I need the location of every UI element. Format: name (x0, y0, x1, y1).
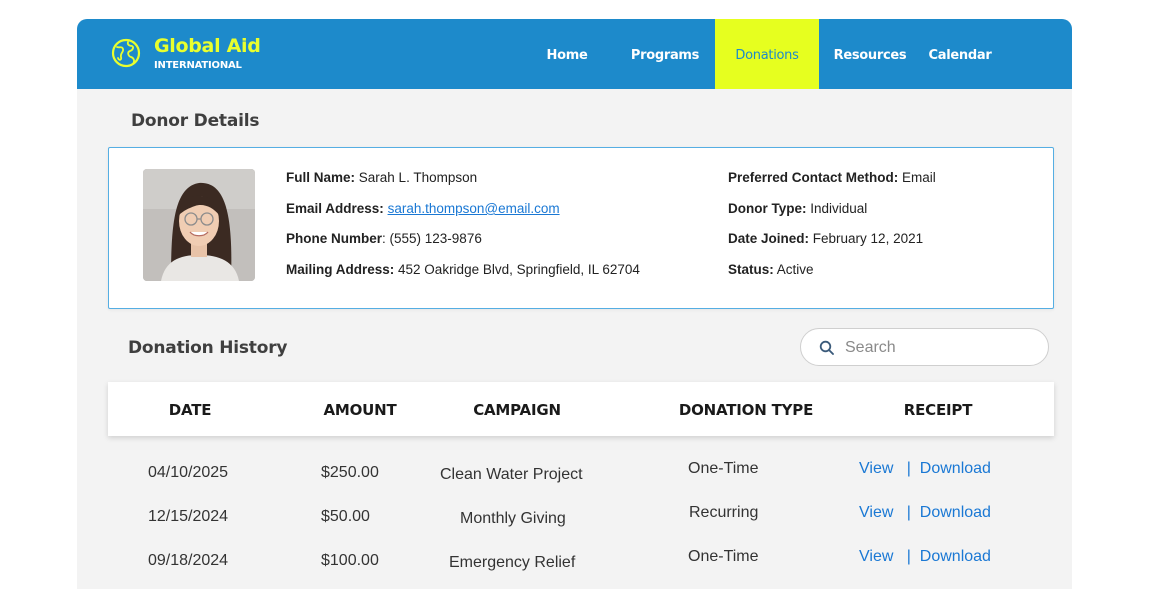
date-joined-field: Date Joined: February 12, 2021 (728, 231, 923, 247)
globe-icon (111, 38, 141, 68)
phone-value: : (555) 123-9876 (382, 231, 482, 246)
cell-amount: $100.00 (321, 552, 379, 569)
column-header-receipt: RECEIPT (903, 401, 973, 419)
nav-resources[interactable]: Resources (827, 19, 913, 89)
donation-table-header: DATE AMOUNT CAMPAIGN DONATION TYPE RECEI… (108, 382, 1054, 436)
receipt-separator: | (906, 504, 911, 521)
cell-date: 12/15/2024 (148, 508, 229, 525)
mailing-address-value: 452 Oakridge Blvd, Springfield, IL 62704 (398, 262, 640, 277)
column-header-donation-type: DONATION TYPE (678, 401, 814, 419)
nav-programs[interactable]: Programs (622, 19, 708, 89)
contact-method-value: Email (902, 170, 936, 185)
column-header-amount: AMOUNT (323, 401, 397, 419)
receipt-links: View | Download (859, 504, 991, 522)
view-receipt-link[interactable]: View (859, 504, 893, 521)
search-input[interactable] (843, 337, 1037, 359)
donor-details-title: Donor Details (131, 111, 260, 131)
download-receipt-link[interactable]: Download (920, 504, 991, 521)
status-value: Active (776, 262, 814, 277)
contact-method-label: Preferred Contact Method: (728, 170, 899, 185)
donor-type-value: Individual (810, 201, 868, 216)
receipt-links: View | Download (859, 548, 991, 566)
nav-calendar[interactable]: Calendar (922, 19, 998, 89)
download-receipt-link[interactable]: Download (920, 460, 991, 477)
search-box[interactable] (800, 328, 1049, 366)
receipt-separator: | (906, 548, 911, 565)
email-link[interactable]: sarah.thompson@email.com (388, 201, 560, 216)
top-navigation-bar: Global Aid INTERNATIONAL Home Programs D… (77, 19, 1072, 89)
donor-photo (143, 169, 255, 281)
status-field: Status: Active (728, 262, 814, 278)
email-label: Email Address: (286, 201, 384, 216)
search-icon (819, 340, 834, 355)
column-header-campaign: CAMPAIGN (473, 401, 561, 419)
mailing-address-label: Mailing Address: (286, 262, 395, 277)
cell-date: 04/10/2025 (148, 464, 229, 481)
receipt-links: View | Download (859, 460, 991, 478)
cell-amount: $50.00 (321, 508, 370, 525)
cell-donation-type: One-Time (688, 460, 759, 477)
cell-campaign: Clean Water Project (440, 466, 583, 483)
mailing-address-field: Mailing Address: 452 Oakridge Blvd, Spri… (286, 262, 640, 278)
brand-tagline: INTERNATIONAL (154, 60, 242, 71)
cell-campaign: Monthly Giving (460, 510, 566, 527)
brand-name[interactable]: Global Aid (154, 35, 261, 57)
phone-field: Phone Number: (555) 123-9876 (286, 231, 482, 247)
contact-method-field: Preferred Contact Method: Email (728, 170, 936, 186)
receipt-separator: | (906, 460, 911, 477)
donor-type-label: Donor Type: (728, 201, 807, 216)
cell-date: 09/18/2024 (148, 552, 229, 569)
app-window: Global Aid INTERNATIONAL Home Programs D… (77, 19, 1072, 589)
date-joined-value: February 12, 2021 (812, 231, 924, 246)
full-name-field: Full Name: Sarah L. Thompson (286, 170, 477, 186)
nav-donations[interactable]: Donations (715, 19, 819, 89)
full-name-value: Sarah L. Thompson (358, 170, 478, 185)
donor-details-card: Full Name: Sarah L. Thompson Email Addre… (108, 147, 1054, 309)
full-name-label: Full Name: (286, 170, 356, 185)
view-receipt-link[interactable]: View (859, 548, 893, 565)
date-joined-label: Date Joined: (728, 231, 810, 246)
phone-label: Phone Number (286, 231, 383, 246)
column-header-date: DATE (168, 401, 212, 419)
donor-type-field: Donor Type: Individual (728, 201, 867, 217)
email-field: Email Address: sarah.thompson@email.com (286, 201, 560, 217)
view-receipt-link[interactable]: View (859, 460, 893, 477)
donation-history-title: Donation History (128, 338, 288, 358)
status-label: Status: (728, 262, 774, 277)
cell-amount: $250.00 (321, 464, 379, 481)
download-receipt-link[interactable]: Download (920, 548, 991, 565)
cell-campaign: Emergency Relief (449, 554, 576, 571)
nav-home[interactable]: Home (533, 19, 601, 89)
cell-donation-type: One-Time (688, 548, 759, 565)
cell-donation-type: Recurring (689, 504, 759, 521)
